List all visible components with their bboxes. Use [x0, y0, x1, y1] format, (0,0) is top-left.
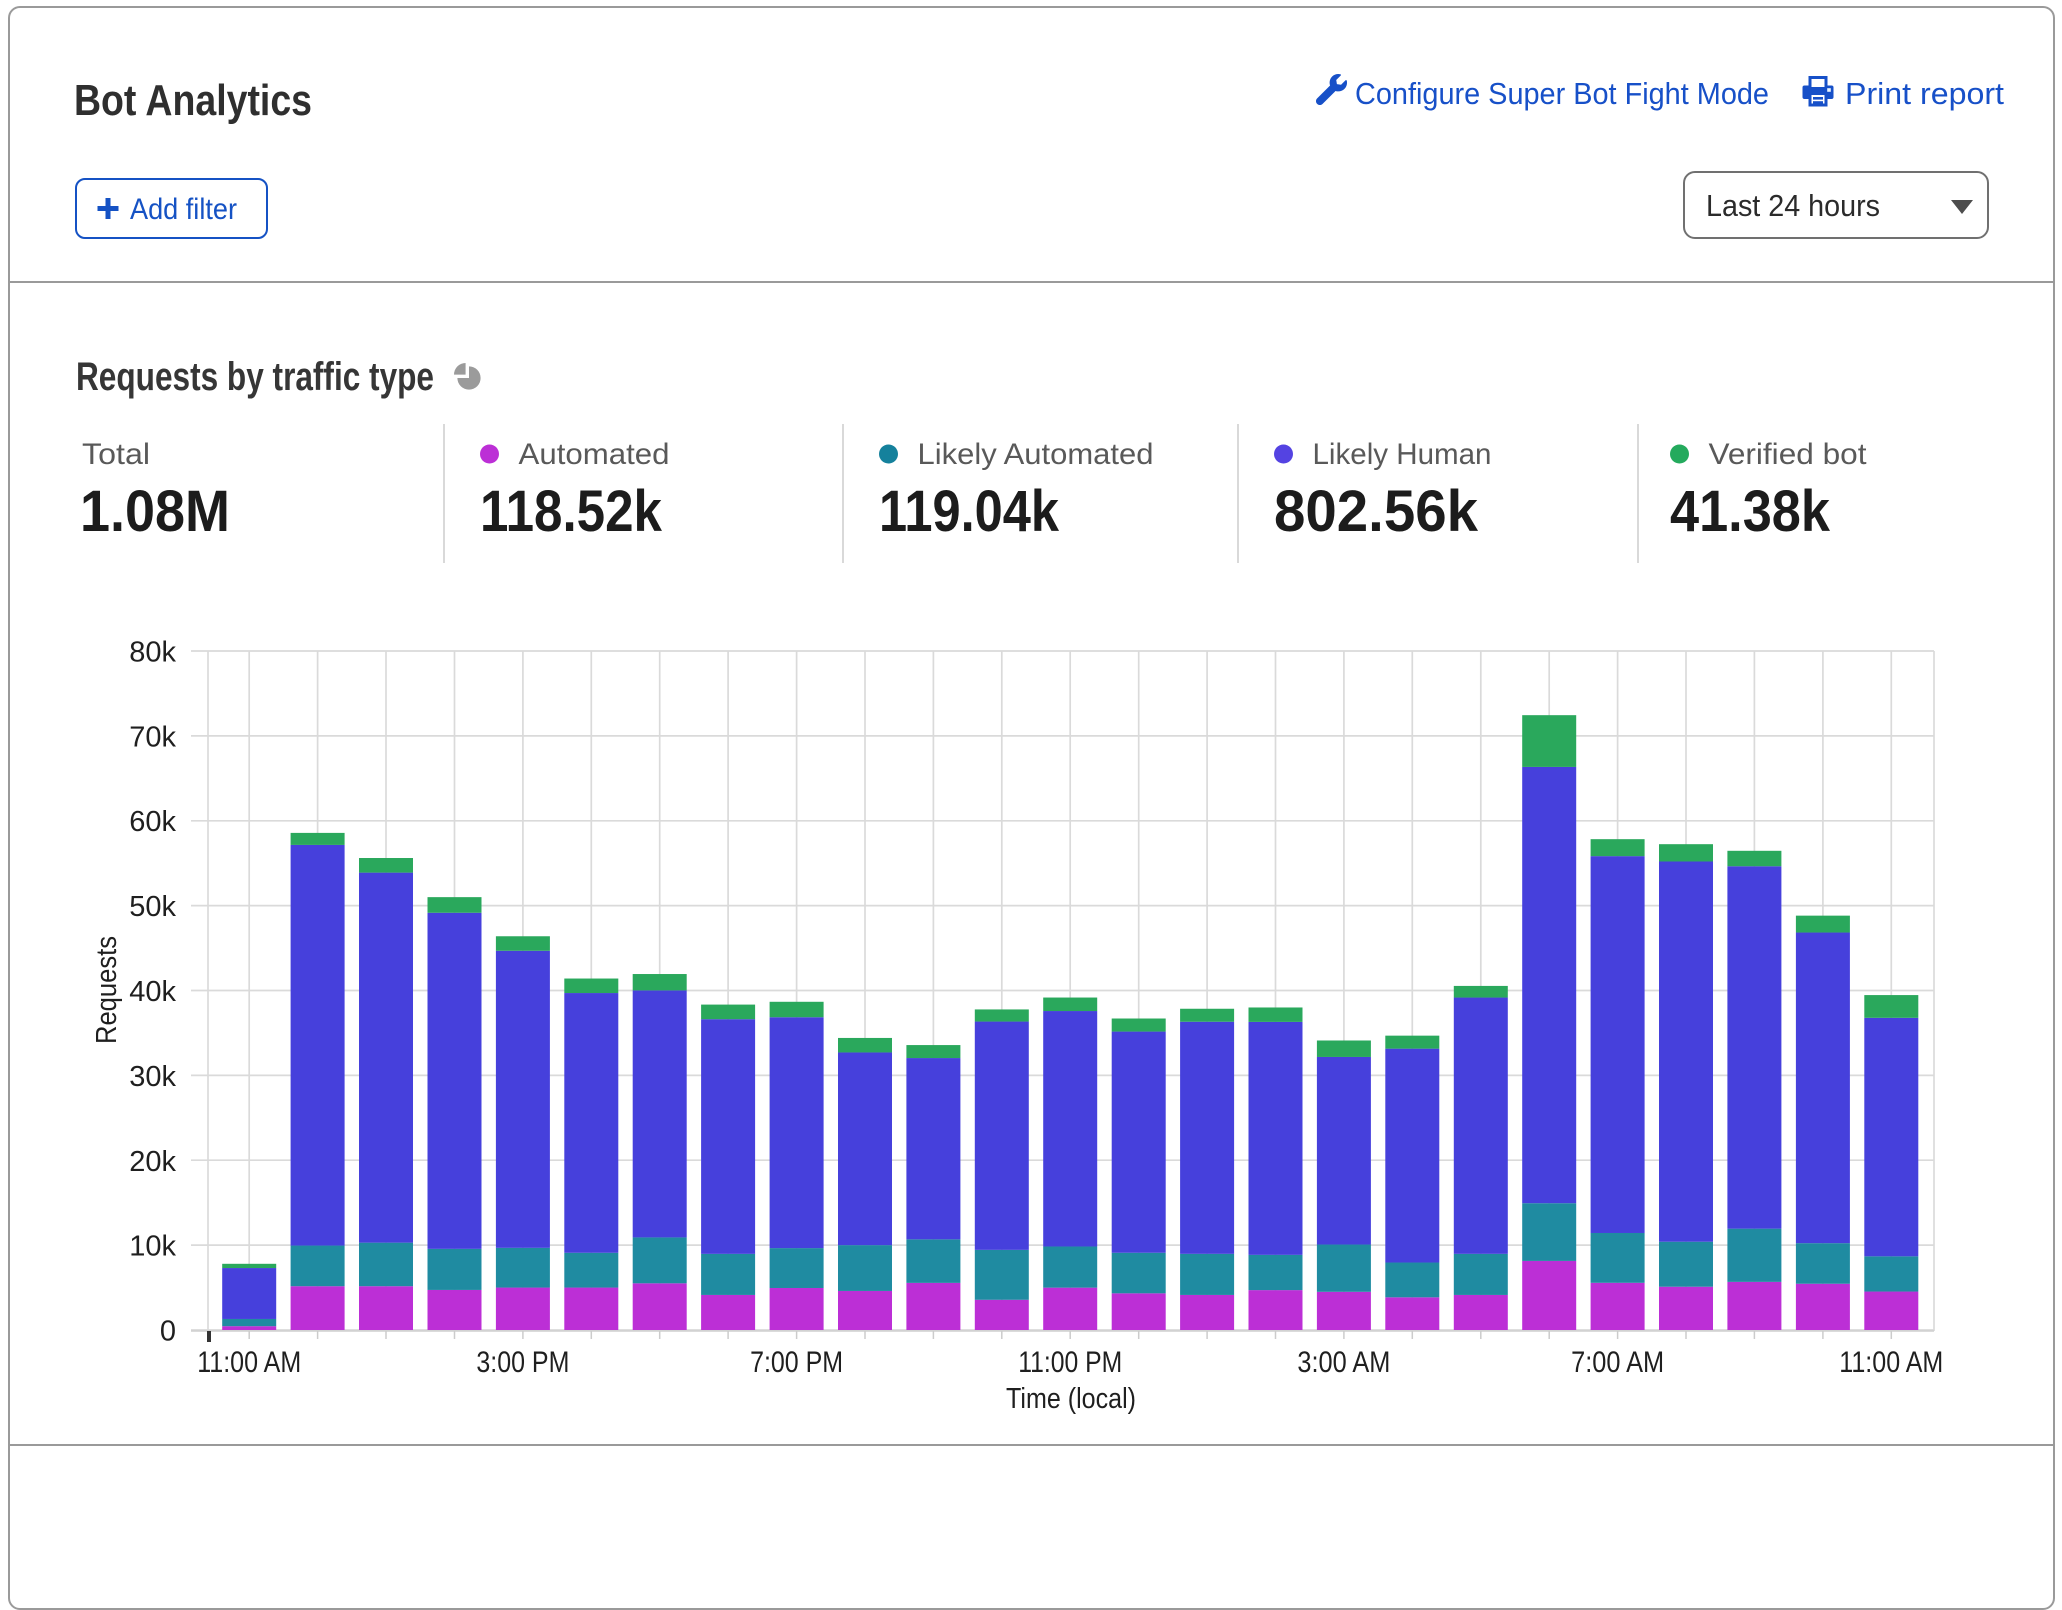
svg-text:Bot Analytics: Bot Analytics	[74, 76, 312, 125]
svg-text:802.56k: 802.56k	[1274, 479, 1479, 544]
svg-text:118.52k: 118.52k	[480, 479, 663, 544]
svg-text:11:00 AM: 11:00 AM	[197, 1346, 301, 1379]
svg-text:Add filter: Add filter	[130, 193, 237, 226]
svg-text:119.04k: 119.04k	[879, 479, 1060, 544]
svg-text:1.08M: 1.08M	[80, 479, 230, 544]
svg-text:Verified bot: Verified bot	[1709, 438, 1868, 471]
svg-text:Likely Human: Likely Human	[1313, 438, 1492, 471]
svg-text:70k: 70k	[129, 721, 176, 753]
svg-text:50k: 50k	[129, 891, 176, 923]
svg-text:30k: 30k	[129, 1061, 176, 1093]
svg-text:Configure Super Bot Fight Mode: Configure Super Bot Fight Mode	[1355, 76, 1769, 111]
svg-text:7:00 AM: 7:00 AM	[1571, 1346, 1664, 1379]
svg-text:41.38k: 41.38k	[1670, 479, 1831, 544]
svg-text:Last 24 hours: Last 24 hours	[1706, 188, 1880, 223]
svg-text:40k: 40k	[129, 976, 176, 1008]
svg-text:Automated: Automated	[519, 438, 670, 471]
svg-text:11:00 PM: 11:00 PM	[1018, 1346, 1122, 1379]
svg-text:Requests: Requests	[91, 936, 123, 1044]
svg-text:Print report: Print report	[1845, 76, 2004, 111]
svg-text:0: 0	[160, 1316, 176, 1348]
svg-text:Total: Total	[82, 438, 150, 471]
svg-text:3:00 AM: 3:00 AM	[1297, 1346, 1390, 1379]
svg-text:Time (local): Time (local)	[1006, 1383, 1136, 1415]
svg-text:Requests by traffic type: Requests by traffic type	[76, 355, 434, 399]
svg-text:60k: 60k	[129, 806, 176, 838]
svg-text:3:00 PM: 3:00 PM	[476, 1346, 569, 1379]
svg-text:7:00 PM: 7:00 PM	[750, 1346, 843, 1379]
svg-text:10k: 10k	[129, 1231, 176, 1263]
svg-text:Likely Automated: Likely Automated	[918, 438, 1154, 471]
svg-text:11:00 AM: 11:00 AM	[1839, 1346, 1943, 1379]
svg-text:20k: 20k	[129, 1146, 176, 1178]
svg-text:80k: 80k	[129, 637, 176, 669]
